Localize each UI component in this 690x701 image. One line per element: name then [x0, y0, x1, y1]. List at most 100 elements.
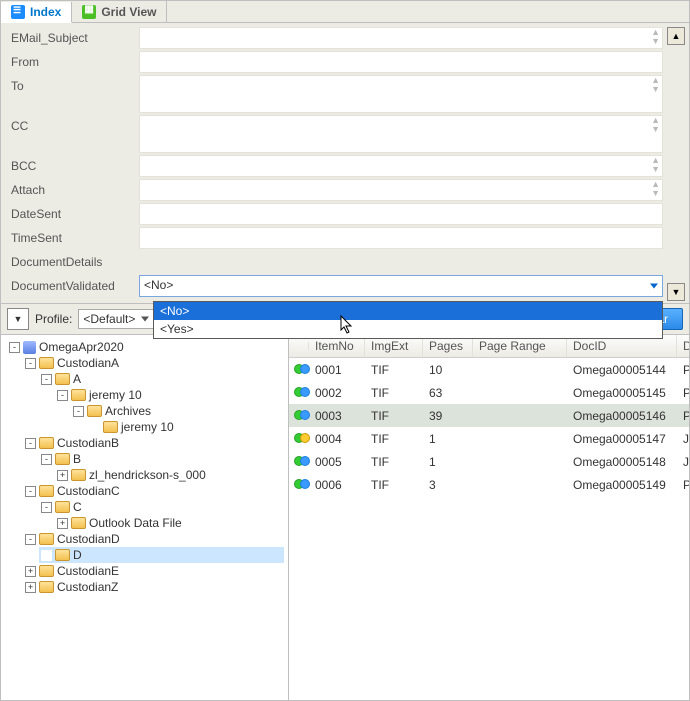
tree-node[interactable]: - Archives	[71, 403, 284, 419]
row-status-icon	[295, 453, 309, 467]
tree-node[interactable]: -CustodianD	[23, 531, 284, 547]
bcc-spinner[interactable]: ▲▼	[651, 156, 660, 174]
tree-node[interactable]: +CustodianZ	[23, 579, 284, 595]
to-input[interactable]: ▲▼	[139, 75, 663, 113]
collapse-icon[interactable]: -	[9, 342, 20, 353]
tree-node-label: CustodianE	[57, 564, 119, 578]
collapse-icon[interactable]: -	[25, 534, 36, 545]
tree-node[interactable]: + CustodianE	[23, 563, 284, 579]
table-row[interactable]: 0004TIF1Omega00005147JPG	[289, 427, 689, 450]
cell-docid: Omega00005146	[567, 406, 677, 426]
expand-icon[interactable]: +	[57, 470, 68, 481]
dropdown-option[interactable]: <Yes>	[154, 320, 662, 338]
folder-icon	[55, 373, 70, 385]
dropdown-option[interactable]: <No>	[154, 302, 662, 320]
profile-menu-button[interactable]: ▼	[7, 308, 29, 330]
cell-imgext: TIF	[365, 360, 423, 380]
tree-node-label: jeremy 10	[121, 420, 174, 434]
field-row-datesent: DateSent	[5, 203, 663, 225]
to-spinner[interactable]: ▲▼	[651, 76, 660, 94]
cell-pagerange	[473, 482, 567, 488]
table-row[interactable]: 0005TIF1Omega00005148JPG	[289, 450, 689, 473]
cell-docid: Omega00005144	[567, 360, 677, 380]
cell-pages: 1	[423, 429, 473, 449]
tree-node[interactable]: + zl_hendrickson-s_000	[55, 467, 284, 483]
collapse-icon[interactable]: -	[25, 486, 36, 497]
tree-root-node[interactable]: -OmegaApr2020	[7, 339, 284, 355]
cell-pages: 63	[423, 383, 473, 403]
tree-node-label: Archives	[105, 404, 151, 418]
expand-icon[interactable]: +	[25, 582, 36, 593]
tree-node-label: zl_hendrickson-s_000	[89, 468, 206, 482]
spacer	[89, 422, 100, 433]
cell-pages: 3	[423, 475, 473, 495]
cell-imgext: TIF	[365, 452, 423, 472]
form-scroll-up[interactable]: ▲	[667, 27, 685, 45]
attach-spinner[interactable]: ▲▼	[651, 180, 660, 198]
cell-docid: Omega00005145	[567, 383, 677, 403]
document_validated-dropdown[interactable]: <No>	[139, 275, 663, 297]
collapse-icon[interactable]: -	[57, 390, 68, 401]
datesent-input[interactable]	[139, 203, 663, 225]
row-status-icon	[295, 476, 309, 490]
table-row[interactable]: 0006TIF3Omega00005149PDF	[289, 473, 689, 496]
tab-grid-view[interactable]: Grid View	[72, 1, 167, 22]
form-scroll-down[interactable]: ▼	[667, 283, 685, 301]
bcc-input[interactable]: ▲▼	[139, 155, 663, 177]
field-row-to: To▲▼	[5, 75, 663, 113]
tree-node[interactable]: jeremy 10	[87, 419, 284, 435]
tree-node[interactable]: -A	[39, 371, 284, 387]
tree-node[interactable]: -jeremy 10	[55, 387, 284, 403]
field-row-from: From	[5, 51, 663, 73]
tab-index[interactable]: Index	[1, 2, 72, 23]
collapse-icon[interactable]: -	[25, 438, 36, 449]
collapse-icon[interactable]: -	[73, 406, 84, 417]
grid-panel: ItemNo ImgExt Pages Page Range DocID Doc…	[289, 335, 689, 700]
collapse-icon[interactable]: -	[41, 454, 52, 465]
cc-input[interactable]: ▲▼	[139, 115, 663, 153]
tree-node[interactable]: - CustodianA	[23, 355, 284, 371]
tree-node-label: A	[73, 372, 81, 386]
tree-node[interactable]: +Outlook Data File	[55, 515, 284, 531]
email_subject-input[interactable]: ▲▼	[139, 27, 663, 49]
from-label: From	[5, 51, 135, 73]
cell-docext: PDF	[677, 475, 689, 495]
tree-node[interactable]: D	[39, 547, 284, 563]
tree-node[interactable]: - CustodianC	[23, 483, 284, 499]
cell-docext: PDF	[677, 360, 689, 380]
row-status-icon	[295, 430, 309, 444]
attach-input[interactable]: ▲▼	[139, 179, 663, 201]
tree-node[interactable]: -B	[39, 451, 284, 467]
profile-select[interactable]: <Default>	[78, 309, 154, 329]
cc-spinner[interactable]: ▲▼	[651, 116, 660, 134]
email_subject-spinner[interactable]: ▲▼	[651, 28, 660, 46]
folder-icon	[55, 501, 70, 513]
document-validated-dropdown-list[interactable]: <No><Yes>	[153, 301, 663, 339]
from-input[interactable]	[139, 51, 663, 73]
expand-icon[interactable]: +	[25, 566, 36, 577]
tree-node-label: CustodianA	[57, 356, 119, 370]
collapse-icon[interactable]: -	[41, 374, 52, 385]
folder-icon	[71, 389, 86, 401]
expand-icon[interactable]: +	[57, 518, 68, 529]
tree-panel[interactable]: -OmegaApr2020-CustodianA-A-jeremy 10-Arc…	[1, 335, 289, 700]
cell-docext: JPG	[677, 452, 689, 472]
timesent-label: TimeSent	[5, 227, 135, 249]
collapse-icon[interactable]: -	[41, 502, 52, 513]
tree-node[interactable]: -C	[39, 499, 284, 515]
tree-node[interactable]: -CustodianB	[23, 435, 284, 451]
timesent-input[interactable]	[139, 227, 663, 249]
col-docext[interactable]: DocExt	[677, 335, 689, 357]
tree-node-label: CustodianC	[57, 484, 120, 498]
field-row-bcc: BCC▲▼	[5, 155, 663, 177]
table-row[interactable]: 0002TIF63Omega00005145PDF	[289, 381, 689, 404]
cell-pagerange	[473, 367, 567, 373]
field-row-email_subject: EMail_Subject▲▼	[5, 27, 663, 49]
table-row[interactable]: 0001TIF10Omega00005144PDF	[289, 358, 689, 381]
cell-itemno: 0002	[309, 383, 365, 403]
folder-icon	[39, 565, 54, 577]
table-row[interactable]: 0003TIF39Omega00005146PDF	[289, 404, 689, 427]
folder-icon	[39, 533, 54, 545]
field-row-document_details: DocumentDetails	[5, 251, 663, 273]
collapse-icon[interactable]: -	[25, 358, 36, 369]
